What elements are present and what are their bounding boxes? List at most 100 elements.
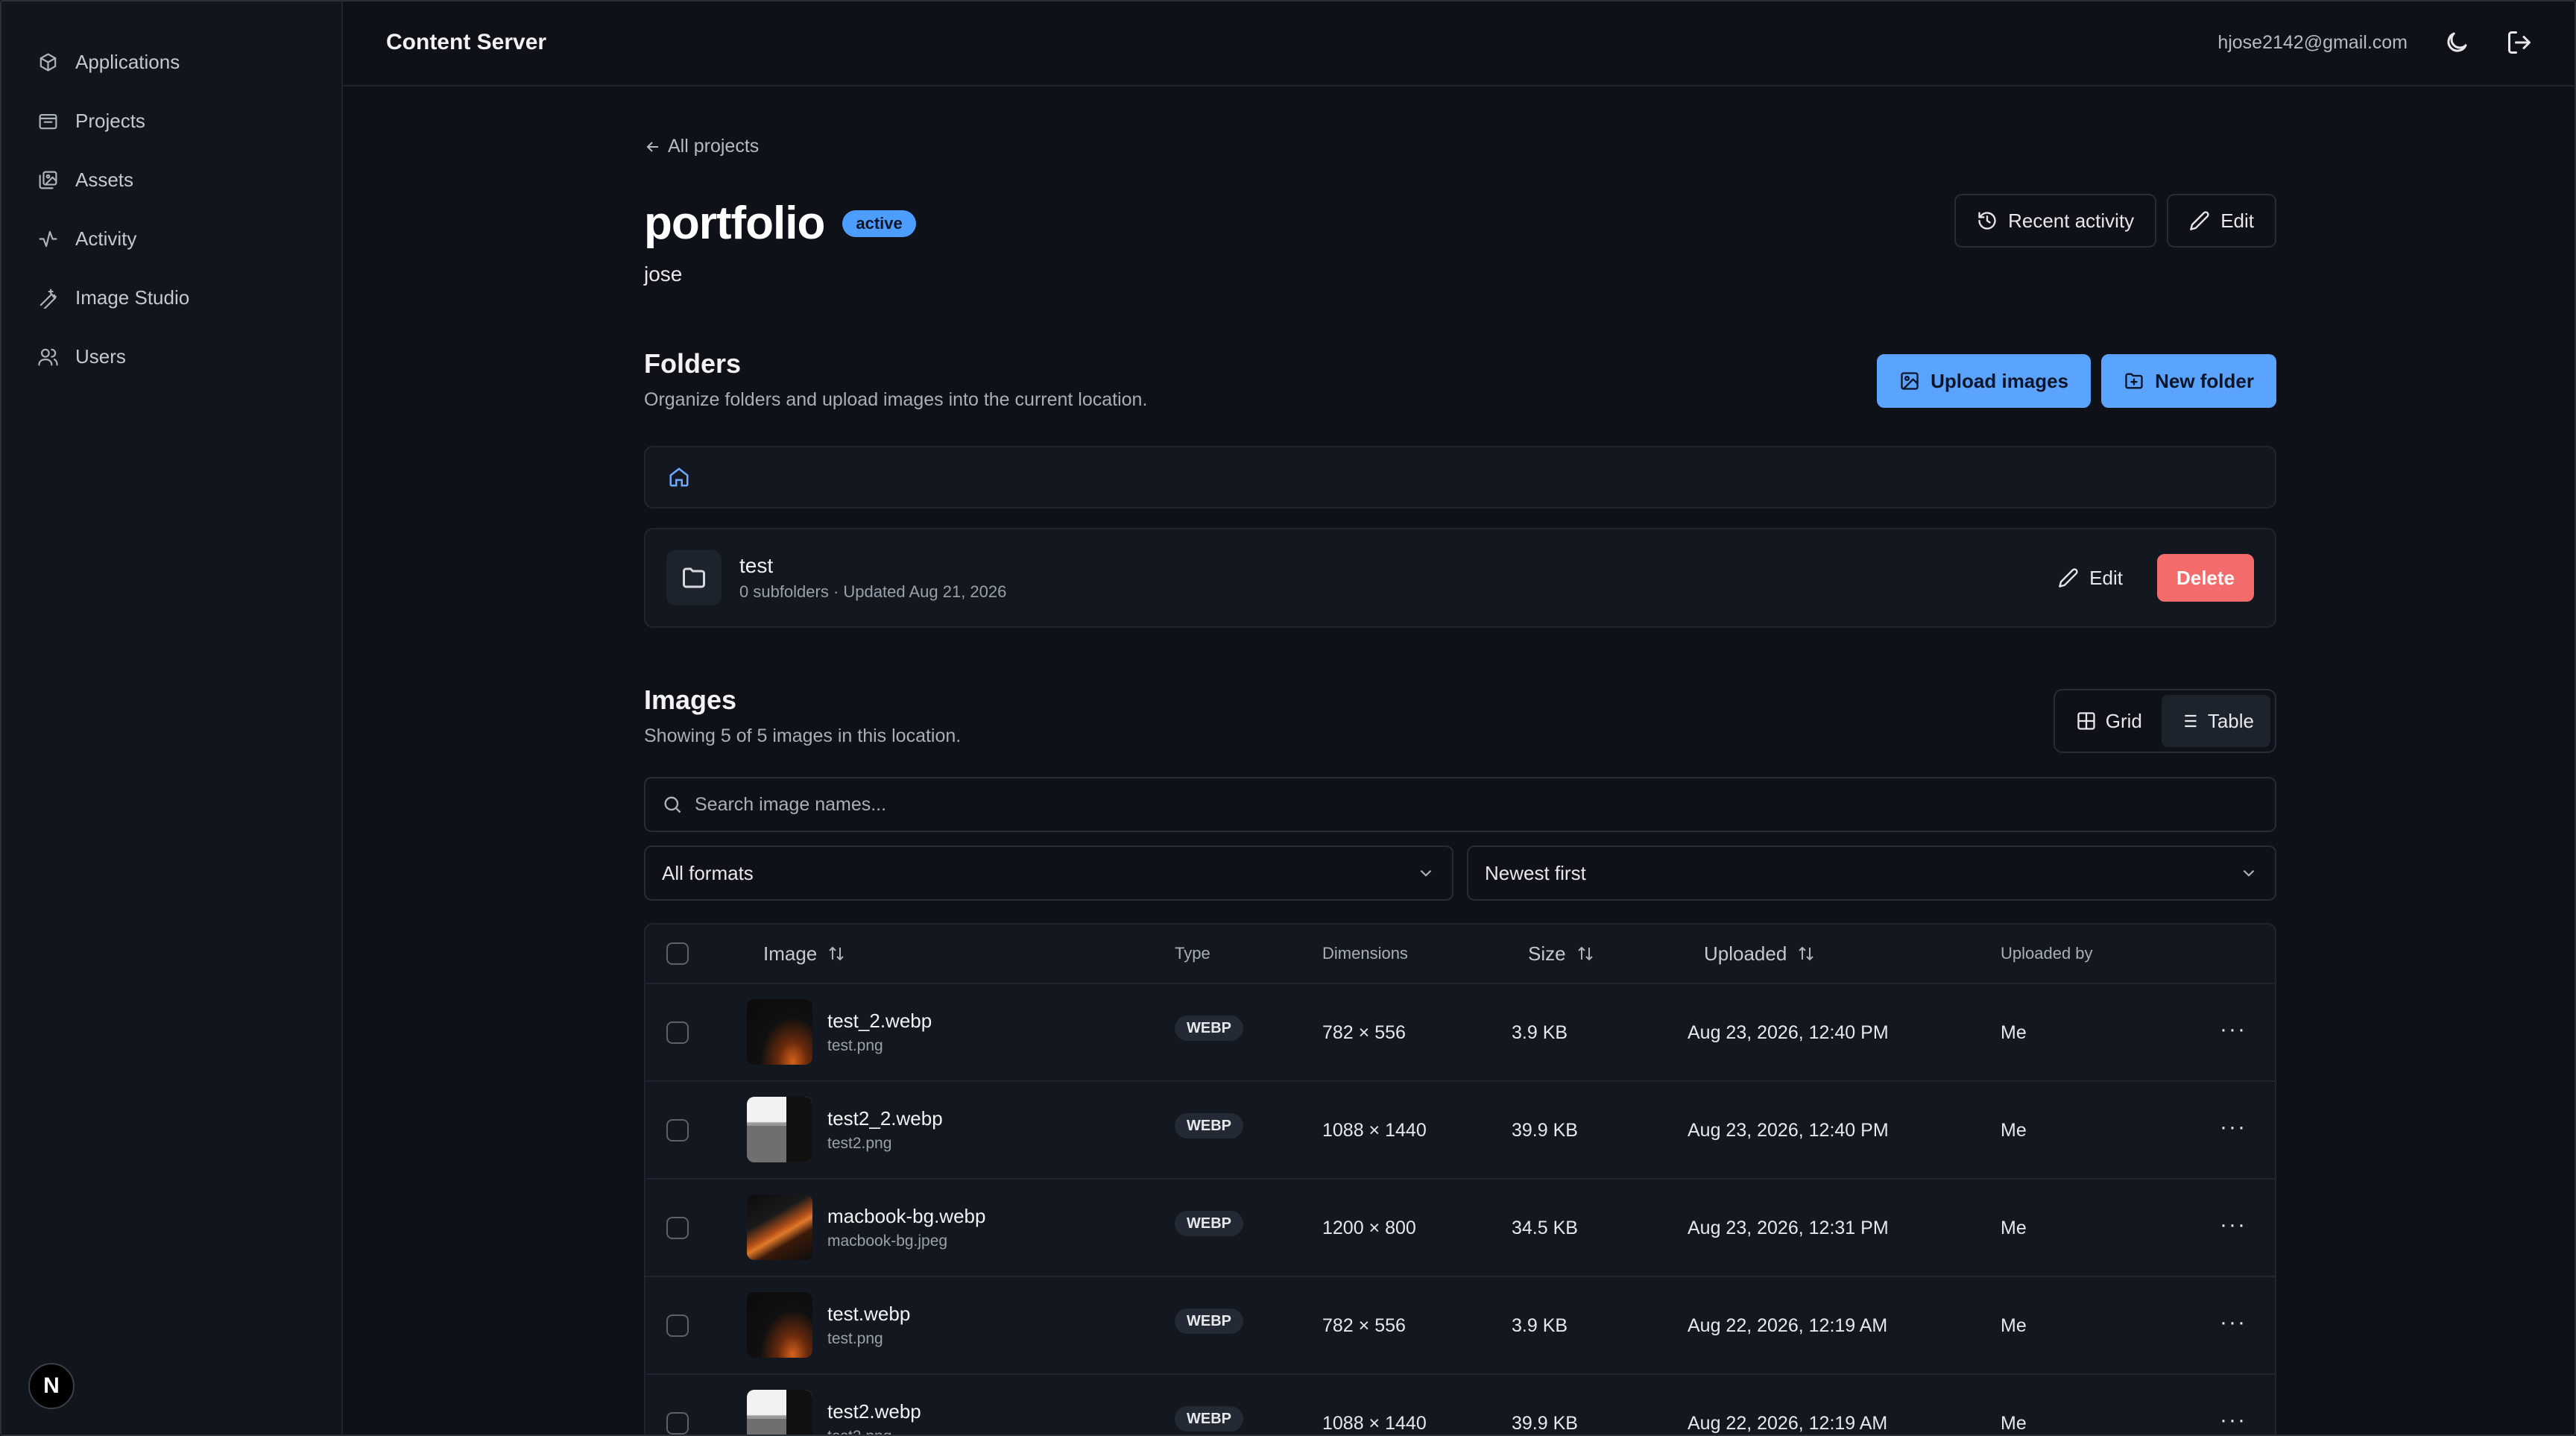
- uploaded-by-cell: Me: [2001, 1413, 2027, 1434]
- sort-icon: [1577, 946, 1593, 961]
- moon-icon[interactable]: [2443, 29, 2470, 56]
- sidebar-item-activity[interactable]: Activity: [0, 210, 341, 268]
- more-actions-icon[interactable]: ···: [2220, 1310, 2247, 1335]
- search-input[interactable]: [695, 793, 2036, 816]
- image-original-name: test2.png: [827, 1135, 892, 1152]
- table-row[interactable]: test.webp test.png WEBP 782 × 556 3.9 KB Aug …: [645, 1277, 2275, 1375]
- more-actions-icon[interactable]: ···: [2220, 1408, 2247, 1433]
- image-filename[interactable]: test2.webp: [827, 1400, 921, 1423]
- format-filter-value: All formats: [662, 861, 754, 884]
- images-subtitle: Showing 5 of 5 images in this location.: [644, 725, 962, 746]
- image-thumbnail[interactable]: [747, 1390, 812, 1436]
- row-checkbox[interactable]: [666, 1217, 689, 1239]
- folder-icon: [683, 567, 705, 588]
- image-thumbnail[interactable]: [747, 1194, 812, 1260]
- sidebar-item-label: Activity: [75, 227, 137, 250]
- folder-name: test: [739, 554, 774, 577]
- uploaded-by-cell: Me: [2001, 1218, 2027, 1238]
- history-icon: [1978, 212, 1996, 230]
- top-bar: Content Server hjose2142@gmail.com: [343, 0, 2576, 86]
- uploaded-cell: Aug 22, 2026, 12:19 AM: [1688, 1315, 1888, 1336]
- type-badge: WEBP: [1175, 1211, 1243, 1236]
- status-badge: active: [842, 210, 916, 237]
- list-icon: [2180, 714, 2197, 728]
- folder-actions: Upload images New folder: [1877, 354, 2276, 408]
- column-uploaded-label: Uploaded: [1704, 942, 1787, 965]
- dimensions-cell: 782 × 556: [1322, 1022, 1406, 1043]
- new-folder-button[interactable]: New folder: [2101, 354, 2276, 408]
- more-actions-icon[interactable]: ···: [2220, 1212, 2247, 1238]
- table-row[interactable]: macbook-bg.webp macbook-bg.jpeg WEBP 1200 ×…: [645, 1180, 2275, 1277]
- image-filename[interactable]: test_2.webp: [827, 1010, 932, 1033]
- image-thumbnail[interactable]: [747, 1292, 812, 1358]
- sidebar-item-image-studio[interactable]: Image Studio: [0, 268, 341, 327]
- column-image[interactable]: Image: [763, 942, 845, 966]
- folder-plus-icon: [2125, 373, 2143, 389]
- folder-item[interactable]: test 0 subfolders · Updated Aug 21, 2026…: [644, 528, 2276, 628]
- dimensions-cell: 1200 × 800: [1322, 1218, 1416, 1238]
- table-row[interactable]: test_2.webp test.png WEBP 782 × 556 3.9 KB Au…: [645, 984, 2275, 1082]
- image-name-cell: macbook-bg.webp macbook-bg.jpeg: [827, 1205, 985, 1250]
- sort-value: Newest first: [1485, 861, 1586, 884]
- home-icon[interactable]: [668, 466, 690, 488]
- column-size[interactable]: Size: [1528, 942, 1594, 966]
- sort-icon: [1799, 946, 1814, 961]
- row-checkbox[interactable]: [666, 1412, 689, 1435]
- format-filter-select[interactable]: All formats: [644, 845, 1453, 901]
- applications-icon: [40, 53, 57, 72]
- uploaded-cell: Aug 22, 2026, 12:19 AM: [1688, 1413, 1888, 1434]
- column-uploaded[interactable]: Uploaded: [1704, 942, 1815, 966]
- view-table-button[interactable]: Table: [2161, 695, 2270, 747]
- column-uploaded-by: Uploaded by: [2001, 944, 2093, 963]
- uploaded-cell: Aug 23, 2026, 12:40 PM: [1688, 1022, 1889, 1043]
- projects-icon: [39, 113, 57, 130]
- type-badge: WEBP: [1175, 1015, 1243, 1041]
- uploaded-by-cell: Me: [2001, 1120, 2027, 1141]
- top-bar-actions: hjose2142@gmail.com: [2217, 29, 2533, 56]
- sort-select[interactable]: Newest first: [1467, 845, 2276, 901]
- upload-images-button[interactable]: Upload images: [1877, 354, 2092, 408]
- sidebar-item-users[interactable]: Users: [0, 327, 341, 386]
- images-heading: Images: [644, 684, 737, 715]
- image-original-name: test.png: [827, 1330, 883, 1347]
- back-link[interactable]: All projects: [644, 136, 759, 157]
- edit-project-button[interactable]: Edit: [2167, 194, 2276, 248]
- row-checkbox[interactable]: [666, 1119, 689, 1141]
- edit-folder-button[interactable]: Edit: [2036, 551, 2145, 605]
- column-dimensions: Dimensions: [1322, 944, 1408, 963]
- uploaded-by-cell: Me: [2001, 1022, 2027, 1043]
- row-checkbox[interactable]: [666, 1314, 689, 1337]
- folder-item-actions: Edit Delete: [2036, 551, 2254, 605]
- table-row[interactable]: test2.webp test2.png WEBP 1088 × 1440 39.9 K…: [645, 1375, 2275, 1436]
- sidebar-item-applications[interactable]: Applications: [0, 33, 341, 92]
- image-thumbnail[interactable]: [747, 1097, 812, 1162]
- image-name-cell: test.webp test.png: [827, 1303, 910, 1348]
- image-filename[interactable]: test.webp: [827, 1303, 910, 1326]
- arrow-left-icon: [646, 141, 658, 152]
- image-filename[interactable]: test2_2.webp: [827, 1107, 943, 1130]
- sidebar-item-assets[interactable]: Assets: [0, 151, 341, 210]
- more-actions-icon[interactable]: ···: [2220, 1017, 2247, 1042]
- users-icon: [38, 348, 58, 366]
- table-row[interactable]: test2_2.webp test2.png WEBP 1088 × 1440 39.9…: [645, 1082, 2275, 1180]
- type-badge: WEBP: [1175, 1406, 1243, 1432]
- delete-folder-button[interactable]: Delete: [2156, 554, 2254, 602]
- image-thumbnail[interactable]: [747, 999, 812, 1065]
- app-badge[interactable]: N: [28, 1363, 75, 1409]
- image-filename[interactable]: macbook-bg.webp: [827, 1205, 985, 1228]
- uploaded-cell: Aug 23, 2026, 12:40 PM: [1688, 1120, 1889, 1141]
- row-checkbox[interactable]: [666, 1021, 689, 1044]
- folders-heading: Folders: [644, 348, 742, 379]
- image-upload-icon: [1901, 372, 1919, 390]
- sidebar-item-projects[interactable]: Projects: [0, 92, 341, 151]
- view-grid-button[interactable]: Grid: [2059, 695, 2159, 747]
- select-all-checkbox[interactable]: [666, 942, 689, 965]
- dimensions-cell: 1088 × 1440: [1322, 1413, 1427, 1434]
- grid-icon: [2077, 712, 2095, 730]
- image-original-name: test2.png: [827, 1428, 921, 1436]
- image-search: [644, 777, 2276, 832]
- logout-icon[interactable]: [2506, 29, 2533, 56]
- sidebar-item-label: Projects: [75, 110, 145, 132]
- recent-activity-button[interactable]: Recent activity: [1954, 194, 2157, 248]
- more-actions-icon[interactable]: ···: [2220, 1115, 2247, 1140]
